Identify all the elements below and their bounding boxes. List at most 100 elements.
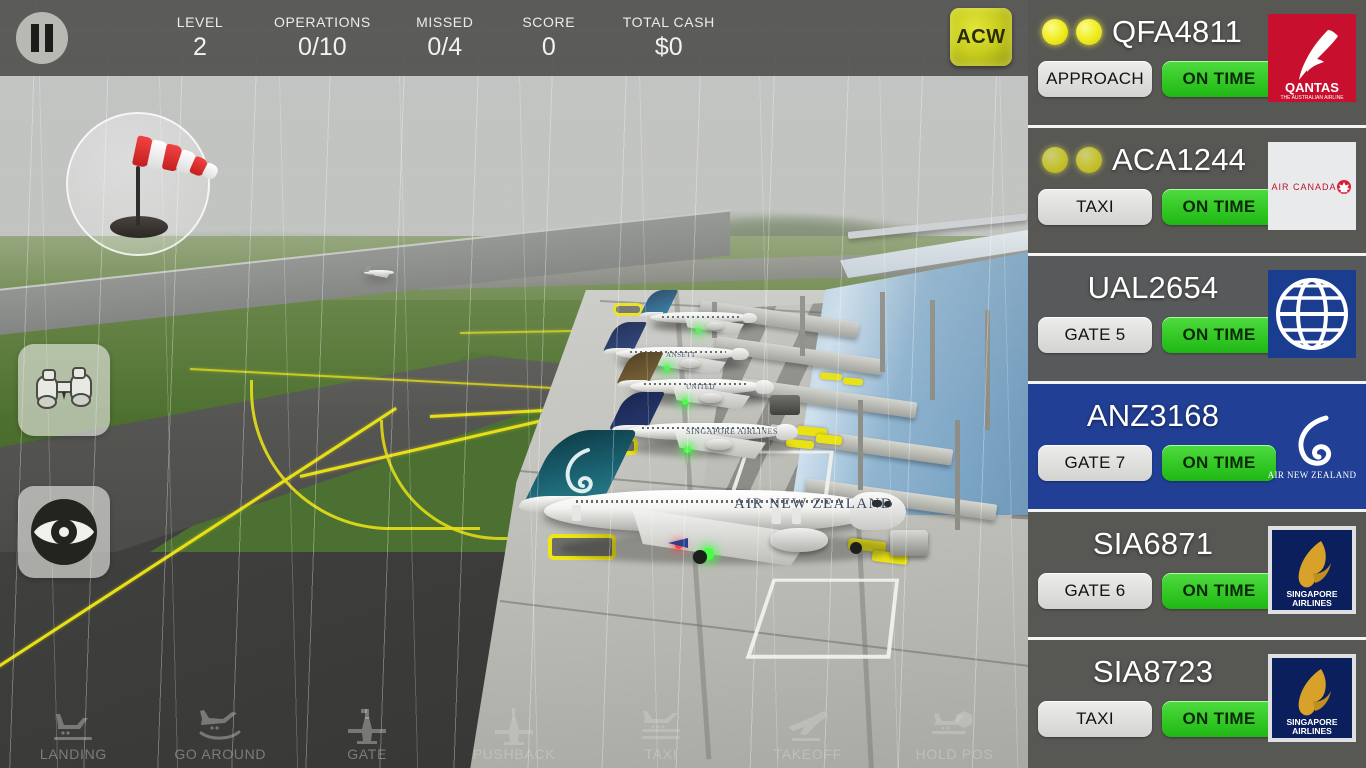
stat-score: SCORE 0: [497, 14, 601, 62]
gate-icon: [294, 699, 441, 747]
pause-bar-right: [45, 24, 53, 52]
pushback-tug[interactable]: [890, 530, 928, 556]
flight-status-badge[interactable]: ON TIME: [1162, 189, 1276, 225]
terminal-pylon: [930, 300, 935, 400]
flight-strip-panel[interactable]: QFA4811 APPROACH ON TIME QANTAS THE AUST…: [1028, 0, 1366, 768]
stat-total-cash: TOTAL CASH $0: [601, 14, 737, 62]
stat-value: 0: [541, 33, 556, 61]
koru-logo-icon: [565, 448, 593, 494]
air-new-zealand-wordmark: AIR NEW ZEALAND: [1268, 470, 1356, 480]
top-hud-bar: LEVEL 2 OPERATIONS 0/10 MISSED 0/4 SCORE…: [0, 0, 1028, 76]
flight-callsign: SIA6871: [1092, 526, 1214, 561]
pause-button[interactable]: [16, 12, 68, 64]
flight-state-button[interactable]: GATE 6: [1038, 573, 1152, 609]
priority-dot: [1042, 19, 1068, 45]
eye-icon: [31, 499, 97, 565]
distant-aircraft[interactable]: [362, 266, 396, 278]
action-landing[interactable]: LANDING: [0, 699, 147, 768]
air-canada-maple-leaf-icon: AIR CANADA: [1271, 180, 1351, 195]
flight-strip-sia6871[interactable]: SIA6871 GATE 6 ON TIME SINGAPORE AIRLINE…: [1028, 512, 1366, 640]
flight-callsign: ACA1244: [1112, 142, 1247, 177]
singapore-airlines-logo: SINGAPORE AIRLINES: [1268, 526, 1356, 614]
priority-dots: [1042, 147, 1102, 173]
flight-status-badge[interactable]: ON TIME: [1162, 573, 1276, 609]
taxi-icon: [587, 699, 734, 747]
flight-status-badge[interactable]: ON TIME: [1162, 61, 1276, 97]
flight-callsign: QFA4811: [1112, 14, 1243, 49]
stat-missed: MISSED 0/4: [393, 14, 497, 62]
terminal-pylon: [955, 420, 960, 530]
flight-callsign: UAL2654: [1087, 270, 1219, 305]
eye-button[interactable]: [18, 486, 110, 578]
stat-label: MISSED: [416, 14, 474, 30]
priority-dots: [1042, 19, 1102, 45]
stat-value: 0/10: [298, 33, 347, 61]
airlines-wordmark: AIRLINES: [1292, 598, 1332, 608]
windsock-pole: [136, 166, 140, 226]
priority-dot: [1042, 147, 1068, 173]
stat-value: 2: [193, 33, 207, 61]
stats-group: LEVEL 2 OPERATIONS 0/10 MISSED 0/4 SCORE…: [148, 14, 737, 62]
binoculars-button[interactable]: [18, 344, 110, 436]
stat-operations: OPERATIONS 0/10: [252, 14, 393, 62]
flight-state-button[interactable]: GATE 7: [1038, 445, 1152, 481]
parked-aircraft-air-new-zealand[interactable]: AIR NEW ZEALAND: [515, 430, 920, 570]
air-canada-wordmark: AIR CANADA: [1271, 182, 1336, 192]
windsock-indicator: [66, 112, 220, 256]
action-pushback[interactable]: PUSHBACK: [441, 699, 588, 768]
action-label: LANDING: [39, 746, 107, 762]
action-label: TAXI: [644, 746, 678, 762]
action-label: TAKEOFF: [773, 746, 842, 762]
flight-strip-qfa4811[interactable]: QFA4811 APPROACH ON TIME QANTAS THE AUST…: [1028, 0, 1366, 128]
action-label: PUSHBACK: [472, 746, 556, 762]
action-label: GO AROUND: [174, 746, 267, 762]
flight-state-button[interactable]: TAXI: [1038, 189, 1152, 225]
stat-label: TOTAL CASH: [622, 14, 715, 30]
air-new-zealand-koru-icon: AIR NEW ZEALAND: [1268, 415, 1356, 480]
flight-status-badge[interactable]: ON TIME: [1162, 445, 1276, 481]
terminal-pylon: [880, 292, 885, 372]
singapore-airlines-bird-icon: SINGAPORE AIRLINES: [1286, 541, 1338, 608]
action-hold-position[interactable]: HOLD POS: [881, 699, 1028, 768]
qantas-logo: QANTAS THE AUSTRALIAN AIRLINE: [1268, 14, 1356, 102]
hold-position-icon: [881, 699, 1028, 747]
flight-strip-anz3168[interactable]: ANZ3168 GATE 7 ON TIME AIR NEW ZEALAND: [1028, 384, 1366, 512]
stand-number-marker: [613, 303, 643, 316]
priority-dot: [1076, 147, 1102, 173]
flight-status-badge[interactable]: ON TIME: [1162, 317, 1276, 353]
game-screen: ANSETT UNITED SINGAPORE AIRLINES AIR NEW…: [0, 0, 1366, 768]
singapore-airlines-bird-icon: SINGAPORE AIRLINES: [1286, 669, 1338, 736]
takeoff-icon: [734, 699, 881, 747]
flight-state-button[interactable]: GATE 5: [1038, 317, 1152, 353]
action-taxi[interactable]: TAXI: [587, 699, 734, 768]
qantas-kangaroo-icon: QANTAS THE AUSTRALIAN AIRLINE: [1280, 30, 1344, 101]
action-takeoff[interactable]: TAKEOFF: [734, 699, 881, 768]
livery-label: AIR NEW ZEALAND: [734, 496, 894, 512]
flight-strip-aca1244[interactable]: ACA1244 TAXI ON TIME AIR CANADA: [1028, 128, 1366, 256]
flight-state-button[interactable]: TAXI: [1038, 701, 1152, 737]
flight-strip-ual2654[interactable]: UAL2654 GATE 5 ON TIME: [1028, 256, 1366, 384]
acw-badge-label: ACW: [956, 25, 1006, 48]
acw-badge-button[interactable]: ACW: [950, 8, 1012, 66]
flight-callsign: ANZ3168: [1086, 398, 1220, 433]
stat-label: SCORE: [522, 14, 576, 30]
stat-level: LEVEL 2: [148, 14, 252, 62]
qantas-tagline: THE AUSTRALIAN AIRLINE: [1280, 95, 1344, 101]
flight-status-badge[interactable]: ON TIME: [1162, 701, 1276, 737]
landing-icon: [0, 699, 147, 747]
action-label: GATE: [347, 746, 388, 762]
flight-strip-sia8723[interactable]: SIA8723 TAXI ON TIME SINGAPORE AIRLINES: [1028, 640, 1366, 768]
flight-callsign: SIA8723: [1092, 654, 1214, 689]
flight-state-button[interactable]: APPROACH: [1038, 61, 1152, 97]
airlines-wordmark: AIRLINES: [1292, 726, 1332, 736]
stat-value: 0/4: [427, 33, 463, 61]
priority-dot: [1076, 19, 1102, 45]
stat-value: $0: [654, 33, 683, 61]
action-gate[interactable]: GATE: [294, 699, 441, 768]
united-logo: [1268, 270, 1356, 358]
action-go-around[interactable]: GO AROUND: [147, 699, 294, 768]
air-new-zealand-logo: AIR NEW ZEALAND: [1268, 398, 1356, 486]
stand-marking: [745, 578, 900, 659]
go-around-icon: [147, 699, 294, 747]
ground-vehicle[interactable]: [770, 395, 800, 415]
